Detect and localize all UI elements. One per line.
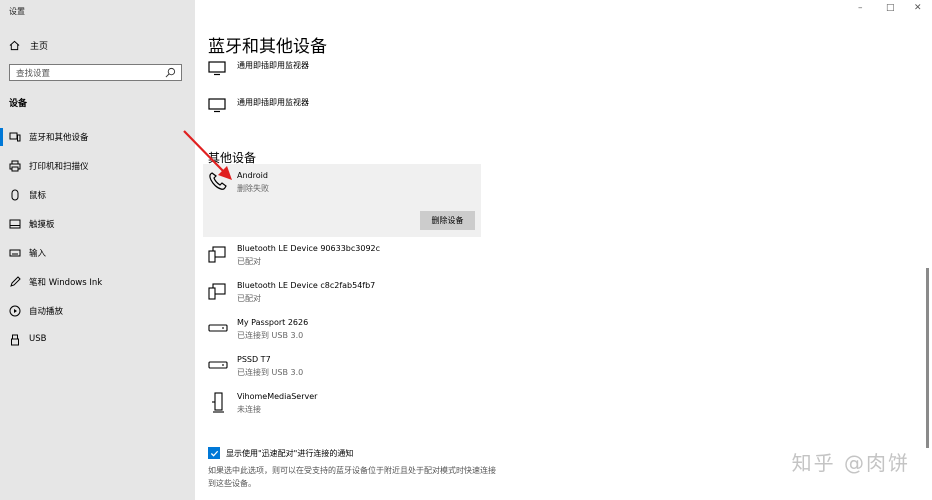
device-monitor[interactable]: 通用即插即用监视器: [208, 97, 488, 117]
minimize-button[interactable]: –: [858, 3, 863, 13]
bluetooth-devices-icon: [9, 132, 21, 142]
keyboard-icon: [9, 249, 21, 257]
device-name: 通用即插即用监视器: [237, 98, 309, 107]
device-name: PSSD T7: [237, 355, 271, 364]
sidebar-item-pen[interactable]: 笔和 Windows Ink: [0, 271, 195, 293]
sidebar-item-bluetooth[interactable]: 蓝牙和其他设备: [0, 126, 195, 148]
pen-icon: [10, 276, 21, 287]
device-name: Bluetooth LE Device 90633bc3092c: [237, 244, 381, 253]
sidebar-item-label: 自动播放: [29, 307, 64, 317]
sidebar-item-label: 鼠标: [29, 191, 47, 201]
sidebar-item-touchpad[interactable]: 触摸板: [0, 213, 195, 235]
device-drive[interactable]: My Passport 2626 已连接到 USB 3.0: [208, 318, 488, 344]
monitor-icon: [208, 61, 226, 76]
checkmark-icon: [210, 450, 218, 457]
touchpad-icon: [9, 219, 21, 229]
close-button[interactable]: ✕: [914, 3, 922, 13]
device-name: My Passport 2626: [237, 318, 309, 327]
device-name: 通用即插即用监视器: [237, 61, 309, 70]
device-monitor[interactable]: 通用即插即用监视器: [208, 60, 488, 80]
search-input[interactable]: 查找设置: [9, 64, 182, 81]
bluetooth-device-icon: [208, 283, 226, 300]
sidebar-item-mouse[interactable]: 鼠标: [0, 184, 195, 206]
annotation-arrow-icon: [183, 130, 232, 180]
remove-device-button[interactable]: 删除设备: [420, 211, 475, 230]
device-status: 已连接到 USB 3.0: [237, 368, 304, 377]
swift-pair-checkbox[interactable]: [208, 447, 220, 459]
sidebar: 设置 主页 查找设置 设备 蓝牙和其他设备 打印机和扫描仪 鼠标 触摸板 输入 …: [0, 0, 195, 500]
home-nav-item[interactable]: 主页: [9, 36, 48, 54]
device-name: Android: [237, 171, 268, 180]
scrollbar[interactable]: [926, 268, 929, 448]
window-title: 设置: [9, 7, 25, 16]
device-bluetooth-le[interactable]: Bluetooth LE Device 90633bc3092c 已配对: [208, 244, 488, 270]
watermark: 知乎 @肉饼: [791, 451, 910, 475]
swift-pair-description: 如果选中此选项，则可以在受支持的蓝牙设备位于附近且处于配对模式时快速连接到这些设…: [208, 466, 496, 488]
usb-icon: [11, 334, 19, 346]
mouse-icon: [11, 189, 19, 201]
device-drive[interactable]: PSSD T7 已连接到 USB 3.0: [208, 355, 488, 381]
autoplay-icon: [9, 305, 21, 317]
sidebar-item-label: USB: [29, 334, 47, 344]
device-bluetooth-le[interactable]: Bluetooth LE Device c8c2fab54fb7 已配对: [208, 281, 488, 307]
main-content: – □ ✕ 蓝牙和其他设备 通用即插即用监视器 通用即插即用监视器 其他设备 A…: [195, 0, 932, 500]
search-placeholder: 查找设置: [16, 68, 51, 79]
device-status: 未连接: [237, 405, 261, 414]
maximize-button[interactable]: □: [886, 3, 895, 13]
device-status: 删除失败: [237, 184, 269, 193]
sidebar-item-label: 触摸板: [29, 220, 55, 230]
sidebar-item-typing[interactable]: 输入: [0, 242, 195, 264]
device-status: 已连接到 USB 3.0: [237, 331, 304, 340]
device-name: VihomeMediaServer: [237, 392, 318, 401]
home-icon: [9, 40, 20, 50]
sidebar-item-usb[interactable]: USB: [0, 329, 195, 351]
bluetooth-device-icon: [208, 246, 226, 263]
device-status: 已配对: [237, 294, 261, 303]
device-android[interactable]: Android 删除失败: [208, 171, 488, 197]
drive-icon: [208, 361, 228, 369]
search-icon[interactable]: [165, 67, 176, 78]
sidebar-item-label: 输入: [29, 249, 47, 259]
sidebar-item-autoplay[interactable]: 自动播放: [0, 300, 195, 322]
printer-icon: [9, 160, 21, 172]
media-server-icon: [212, 392, 224, 413]
sidebar-item-label: 打印机和扫描仪: [29, 162, 89, 172]
device-name: Bluetooth LE Device c8c2fab54fb7: [237, 281, 376, 290]
drive-icon: [208, 324, 228, 332]
sidebar-item-label: 笔和 Windows Ink: [29, 278, 103, 288]
page-title: 蓝牙和其他设备: [208, 37, 327, 57]
swift-pair-label[interactable]: 显示使用"迅速配对"进行连接的通知: [226, 448, 353, 459]
sidebar-item-label: 蓝牙和其他设备: [29, 133, 89, 143]
device-media-server[interactable]: VihomeMediaServer 未连接: [208, 392, 488, 418]
home-label: 主页: [30, 41, 49, 52]
sidebar-item-printers[interactable]: 打印机和扫描仪: [0, 155, 195, 177]
device-status: 已配对: [237, 257, 261, 266]
section-title: 设备: [9, 99, 28, 109]
monitor-icon: [208, 98, 226, 113]
